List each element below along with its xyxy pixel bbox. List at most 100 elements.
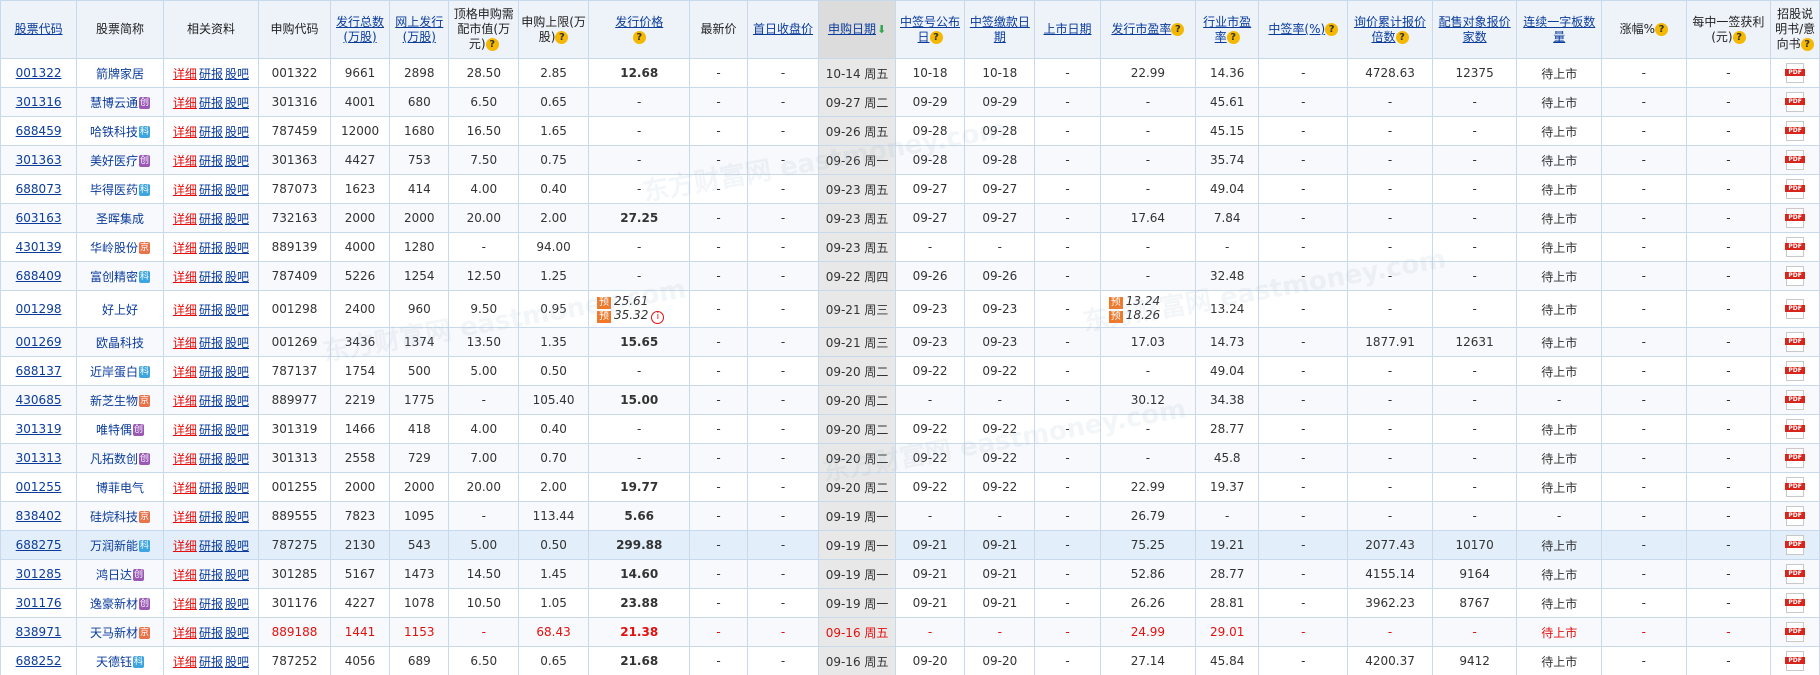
question-icon[interactable]: ? xyxy=(1171,23,1185,36)
detail-link[interactable]: 详细 xyxy=(173,481,197,495)
detail-link[interactable]: 详细 xyxy=(173,655,197,669)
stock-name-link[interactable]: 万润新能 xyxy=(90,539,138,553)
stock-name-link[interactable]: 凡拓数创 xyxy=(90,452,138,466)
stock-name-link[interactable]: 美好医疗 xyxy=(90,154,138,168)
pdf-icon[interactable]: PDF xyxy=(1785,179,1806,199)
stock-code-link[interactable]: 001269 xyxy=(16,335,62,349)
forum-link[interactable]: 股吧 xyxy=(225,241,249,255)
detail-link[interactable]: 详细 xyxy=(173,154,197,168)
pdf-icon[interactable]: PDF xyxy=(1785,361,1806,381)
stock-name-link[interactable]: 唯特偶 xyxy=(96,423,132,437)
stock-code-link[interactable]: 301313 xyxy=(16,451,62,465)
col-total-issue[interactable]: 发行总数(万股) xyxy=(329,0,391,59)
forum-link[interactable]: 股吧 xyxy=(225,452,249,466)
forum-link[interactable]: 股吧 xyxy=(225,597,249,611)
research-link[interactable]: 研报 xyxy=(199,336,223,350)
col-online-issue[interactable]: 网上发行(万股) xyxy=(389,0,450,59)
info-icon[interactable]: i xyxy=(651,310,665,324)
detail-link[interactable]: 详细 xyxy=(173,568,197,582)
research-link[interactable]: 研报 xyxy=(199,270,223,284)
question-icon[interactable]: ? xyxy=(485,38,499,51)
col-placement-count[interactable]: 配售对象报价家数 xyxy=(1431,0,1518,59)
detail-link[interactable]: 详细 xyxy=(173,510,197,524)
pdf-icon[interactable]: PDF xyxy=(1785,506,1806,526)
detail-link[interactable]: 详细 xyxy=(173,96,197,110)
pdf-icon[interactable]: PDF xyxy=(1785,266,1806,286)
stock-code-link[interactable]: 001255 xyxy=(16,480,62,494)
stock-code-link[interactable]: 838402 xyxy=(16,509,62,523)
forum-link[interactable]: 股吧 xyxy=(225,394,249,408)
stock-code-link[interactable]: 688459 xyxy=(16,124,62,138)
stock-name-link[interactable]: 圣晖集成 xyxy=(96,212,144,226)
stock-name-link[interactable]: 博菲电气 xyxy=(96,481,144,495)
stock-name-link[interactable]: 硅烷科技 xyxy=(90,510,138,524)
question-icon[interactable]: ? xyxy=(632,30,646,44)
forum-link[interactable]: 股吧 xyxy=(225,270,249,284)
forum-link[interactable]: 股吧 xyxy=(225,212,249,226)
col-code[interactable]: 股票代码 xyxy=(0,0,78,59)
col-pay-date[interactable]: 中签缴款日期 xyxy=(964,0,1036,59)
stock-name-link[interactable]: 鸿日达 xyxy=(96,568,132,582)
question-icon[interactable]: ? xyxy=(1655,23,1669,36)
forum-link[interactable]: 股吧 xyxy=(225,125,249,139)
pdf-icon[interactable]: PDF xyxy=(1785,477,1806,497)
stock-code-link[interactable]: 301319 xyxy=(16,422,62,436)
stock-code-link[interactable]: 838971 xyxy=(16,625,62,639)
stock-name-link[interactable]: 哈铁科技 xyxy=(90,125,138,139)
pdf-icon[interactable]: PDF xyxy=(1785,390,1806,410)
detail-link[interactable]: 详细 xyxy=(173,626,197,640)
forum-link[interactable]: 股吧 xyxy=(225,510,249,524)
pdf-icon[interactable]: PDF xyxy=(1785,651,1806,671)
question-icon[interactable]: ? xyxy=(555,30,569,44)
stock-name-link[interactable]: 华岭股份 xyxy=(90,241,138,255)
forum-link[interactable]: 股吧 xyxy=(225,481,249,495)
stock-code-link[interactable]: 688409 xyxy=(16,269,62,283)
stock-code-link[interactable]: 688137 xyxy=(16,364,62,378)
stock-name-link[interactable]: 近岸蛋白 xyxy=(90,365,138,379)
stock-name-link[interactable]: 天德钰 xyxy=(96,655,132,669)
pdf-icon[interactable]: PDF xyxy=(1785,63,1806,83)
research-link[interactable]: 研报 xyxy=(199,212,223,226)
stock-code-link[interactable]: 688252 xyxy=(16,654,62,668)
research-link[interactable]: 研报 xyxy=(199,481,223,495)
stock-code-link[interactable]: 430139 xyxy=(16,240,62,254)
detail-link[interactable]: 详细 xyxy=(173,183,197,197)
col-inquiry-multiple[interactable]: 询价累计报价倍数? xyxy=(1347,0,1433,59)
question-icon[interactable]: ? xyxy=(1800,38,1814,51)
stock-code-link[interactable]: 001322 xyxy=(16,66,62,80)
pdf-icon[interactable]: PDF xyxy=(1785,150,1806,170)
pdf-icon[interactable]: PDF xyxy=(1785,593,1806,613)
detail-link[interactable]: 详细 xyxy=(173,452,197,466)
research-link[interactable]: 研报 xyxy=(199,183,223,197)
pdf-icon[interactable]: PDF xyxy=(1785,237,1806,257)
stock-code-link[interactable]: 301176 xyxy=(16,596,62,610)
col-price[interactable]: 发行价格? xyxy=(587,0,691,59)
forum-link[interactable]: 股吧 xyxy=(225,423,249,437)
research-link[interactable]: 研报 xyxy=(199,154,223,168)
detail-link[interactable]: 详细 xyxy=(173,539,197,553)
research-link[interactable]: 研报 xyxy=(199,303,223,317)
research-link[interactable]: 研报 xyxy=(199,626,223,640)
question-icon[interactable]: ? xyxy=(1732,30,1746,44)
research-link[interactable]: 研报 xyxy=(199,423,223,437)
pdf-icon[interactable]: PDF xyxy=(1785,208,1806,228)
detail-link[interactable]: 详细 xyxy=(173,365,197,379)
question-icon[interactable]: ? xyxy=(929,30,943,44)
research-link[interactable]: 研报 xyxy=(199,510,223,524)
forum-link[interactable]: 股吧 xyxy=(225,183,249,197)
stock-name-link[interactable]: 毕得医药 xyxy=(90,183,138,197)
detail-link[interactable]: 详细 xyxy=(173,423,197,437)
pdf-icon[interactable]: PDF xyxy=(1785,299,1806,319)
detail-link[interactable]: 详细 xyxy=(173,212,197,226)
research-link[interactable]: 研报 xyxy=(199,568,223,582)
question-icon[interactable]: ? xyxy=(1395,30,1409,44)
col-industry-pe[interactable]: 行业市盈率? xyxy=(1194,0,1260,59)
research-link[interactable]: 研报 xyxy=(199,125,223,139)
forum-link[interactable]: 股吧 xyxy=(225,336,249,350)
research-link[interactable]: 研报 xyxy=(199,96,223,110)
research-link[interactable]: 研报 xyxy=(199,655,223,669)
stock-code-link[interactable]: 301316 xyxy=(16,95,62,109)
pdf-icon[interactable]: PDF xyxy=(1785,564,1806,584)
detail-link[interactable]: 详细 xyxy=(173,270,197,284)
detail-link[interactable]: 详细 xyxy=(173,67,197,81)
